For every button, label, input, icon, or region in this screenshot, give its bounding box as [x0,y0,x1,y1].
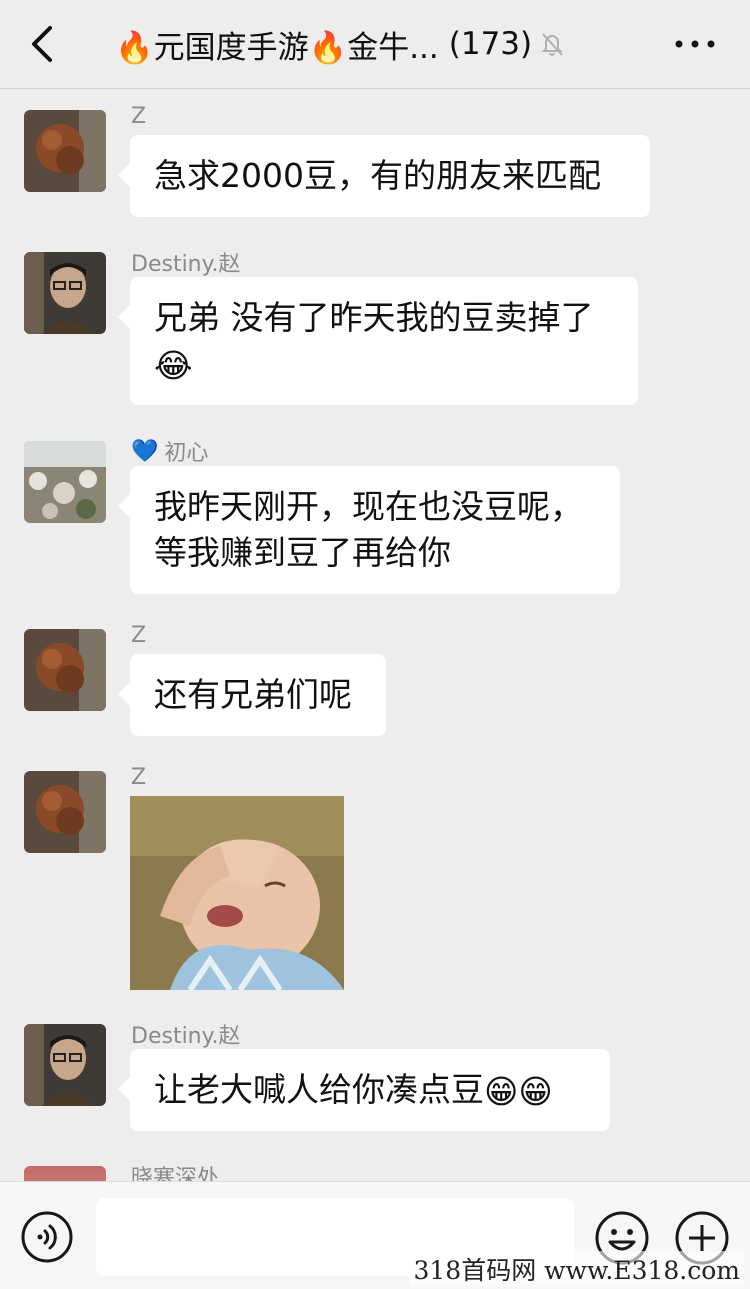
input-bar: 318首码网 www.E318.com [0,1181,750,1289]
sunset-avatar[interactable] [24,1166,106,1181]
blue-heart-emoji: 💙 [131,438,159,464]
voice-icon[interactable] [20,1210,74,1264]
crying-baby-sticker[interactable] [130,796,344,990]
sender-name: Z [131,104,147,129]
message-bubble[interactable]: 让老大喊人给你凑点豆😁😁 [118,1049,610,1131]
message-text: 让老大喊人给你凑点豆 [154,1070,484,1109]
chat-header: 🔥元国度手游🔥金牛... (173) [0,0,750,89]
sender-name: Z [131,623,147,648]
message-text: 还有兄弟们呢 [154,675,352,714]
message-text-line: 等我赚到豆了再给你 [154,533,451,572]
sender-name: Destiny.赵 [131,1024,241,1049]
sender-name: Z [131,765,147,790]
man-glasses-avatar[interactable] [24,1024,106,1106]
grinning-emoji: 😁😁 [484,1071,553,1111]
dog-avatar[interactable] [24,110,106,192]
watermark: 318首码网 www.E318.com [409,1251,744,1287]
member-count: (173) [448,26,533,62]
sender-name: Destiny.赵 [131,252,241,277]
message-bubble[interactable]: 兄弟 没有了昨天我的豆卖掉了 😂 [118,277,638,405]
message-bubble[interactable]: 还有兄弟们呢 [118,654,386,736]
sender-name: 初心 [164,441,209,466]
bell-off-icon [541,33,563,56]
message-text: 急求2000豆，有的朋友来匹配 [154,156,601,195]
more-horizontal-icon[interactable] [672,30,718,58]
message-bubble[interactable]: 我昨天刚开，现在也没豆呢， 等我赚到豆了再给你 [118,466,620,594]
chat-title: 🔥元国度手游🔥金牛... [115,29,439,66]
chevron-left-icon[interactable] [22,22,62,66]
message-list[interactable]: Z 急求2000豆，有的朋友来匹配 Destiny.赵 兄弟 没有了昨天我的豆卖… [0,89,750,1181]
tears-of-joy-emoji: 😂 [154,345,193,385]
sender-name-group: 💙 初心 [131,435,208,467]
message-text: 兄弟 没有了昨天我的豆卖掉了 [154,298,594,337]
dog-avatar[interactable] [24,771,106,853]
flowers-avatar[interactable] [24,441,106,523]
message-bubble[interactable]: 急求2000豆，有的朋友来匹配 [118,135,650,217]
man-glasses-avatar[interactable] [24,252,106,334]
message-text-line: 我昨天刚开，现在也没豆呢， [154,487,583,526]
sender-name: 晓寒深处 [131,1166,220,1181]
chat-title-group: 🔥元国度手游🔥金牛... (173) [115,22,566,66]
dog-avatar[interactable] [24,629,106,711]
